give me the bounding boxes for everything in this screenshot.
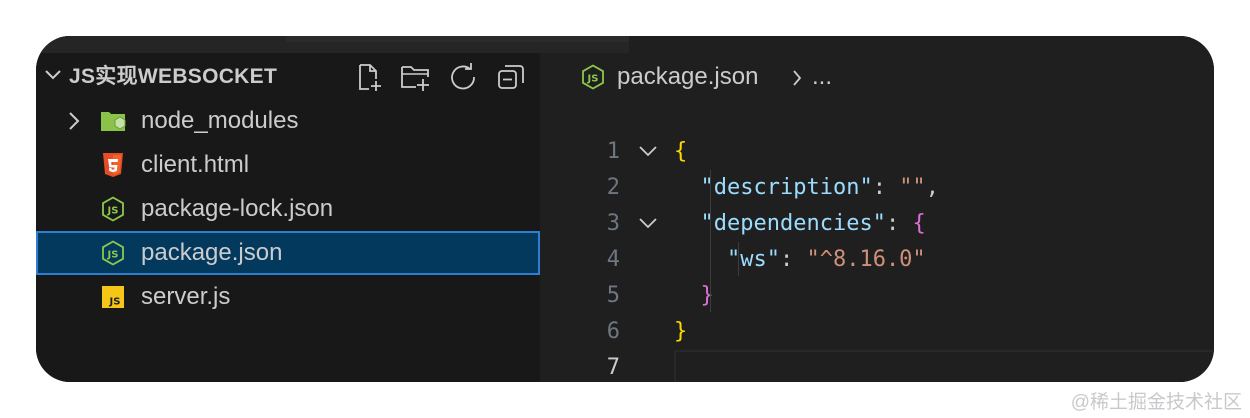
folder-icon [101, 112, 126, 131]
nodejs-icon: JS [102, 196, 124, 222]
code-token: "dependencies" [700, 211, 886, 236]
code-text: } [674, 314, 687, 350]
code-text: "description": "", [674, 170, 939, 206]
vscode-window: JS实现WEBSOCKET node_modules client.html J… [36, 36, 1214, 382]
code-token: } [700, 283, 714, 308]
code-line[interactable]: 6} [540, 314, 1214, 350]
explorer-sidebar: JS实现WEBSOCKET node_modules client.html J… [36, 36, 540, 382]
nodejs-icon: JS [582, 64, 604, 90]
code-token: { [912, 211, 926, 236]
code-token: , [925, 175, 939, 200]
current-line-highlight [674, 350, 1214, 382]
tree-item-node-modules[interactable]: node_modules [36, 99, 540, 143]
html5-icon [103, 153, 123, 177]
collapse-all-icon[interactable] [496, 62, 526, 92]
refresh-icon[interactable] [448, 62, 478, 92]
chevron-right-icon [793, 70, 802, 86]
line-number: 1 [606, 139, 620, 164]
code-token: "" [899, 175, 926, 200]
code-token: : [779, 247, 807, 272]
editor-pane: JS package.json ... 1{2 "description": "… [540, 36, 1214, 382]
svg-text:JS: JS [109, 297, 121, 308]
code-token: : [885, 211, 913, 236]
line-number: 7 [606, 355, 620, 380]
code-token: { [674, 139, 688, 164]
svg-text:JS: JS [587, 74, 599, 85]
code-token: } [674, 319, 688, 344]
new-folder-icon[interactable] [400, 62, 430, 92]
breadcrumb-file[interactable]: package.json [617, 64, 758, 90]
explorer-title: JS实现WEBSOCKET [69, 65, 278, 88]
indent-guide [738, 242, 739, 276]
code-token: : [872, 175, 900, 200]
svg-text:JS: JS [107, 250, 119, 261]
svg-text:JS: JS [107, 206, 119, 217]
code-text: { [674, 134, 687, 170]
tree-item-server-js[interactable]: JS server.js [36, 275, 540, 319]
tab-bar-remnant [286, 36, 629, 42]
tree-item-label: package.json [141, 239, 283, 266]
fold-chevron-icon[interactable] [638, 143, 658, 159]
line-number: 2 [606, 175, 620, 200]
tree-item-label: package-lock.json [141, 195, 334, 222]
new-file-icon[interactable] [354, 62, 384, 92]
code-line[interactable]: 5 } [540, 278, 1214, 314]
code-text: "dependencies": { [674, 206, 926, 242]
chevron-down-icon[interactable] [44, 68, 62, 82]
code-line[interactable]: 2 "description": "", [540, 170, 1214, 206]
code-text: "ws": "^8.16.0" [674, 242, 926, 278]
watermark: @稀土掘金技术社区 [1070, 392, 1242, 413]
code-line[interactable]: 1{ [540, 134, 1214, 170]
indent-guide [710, 170, 711, 312]
code-text: } [674, 278, 714, 314]
chevron-right-icon[interactable] [68, 112, 80, 130]
tree-item-package-lock-json[interactable]: JS package-lock.json [36, 187, 540, 231]
tree-item-package-json[interactable]: JS package.json [36, 231, 540, 275]
code-token: "description" [700, 175, 873, 200]
tree-item-label: server.js [141, 283, 231, 310]
js-icon: JS [102, 286, 124, 308]
fold-chevron-icon[interactable] [638, 215, 658, 231]
code-token: "ws" [726, 247, 780, 272]
nodejs-icon: JS [102, 240, 124, 266]
line-number: 4 [606, 247, 620, 272]
breadcrumb-more[interactable]: ... [812, 64, 832, 90]
tree-item-label: node_modules [141, 107, 299, 134]
line-number: 3 [606, 211, 620, 236]
code-token: "^8.16.0" [806, 247, 926, 272]
tree-item-client-html[interactable]: client.html [36, 143, 540, 187]
explorer-header[interactable]: JS实现WEBSOCKET [36, 58, 540, 96]
line-number: 6 [606, 319, 620, 344]
code-line[interactable]: 4 "ws": "^8.16.0" [540, 242, 1214, 278]
tree-item-label: client.html [141, 151, 250, 178]
code-line[interactable]: 3 "dependencies": { [540, 206, 1214, 242]
code-line[interactable]: 7 [540, 350, 1214, 382]
line-number: 5 [606, 283, 620, 308]
